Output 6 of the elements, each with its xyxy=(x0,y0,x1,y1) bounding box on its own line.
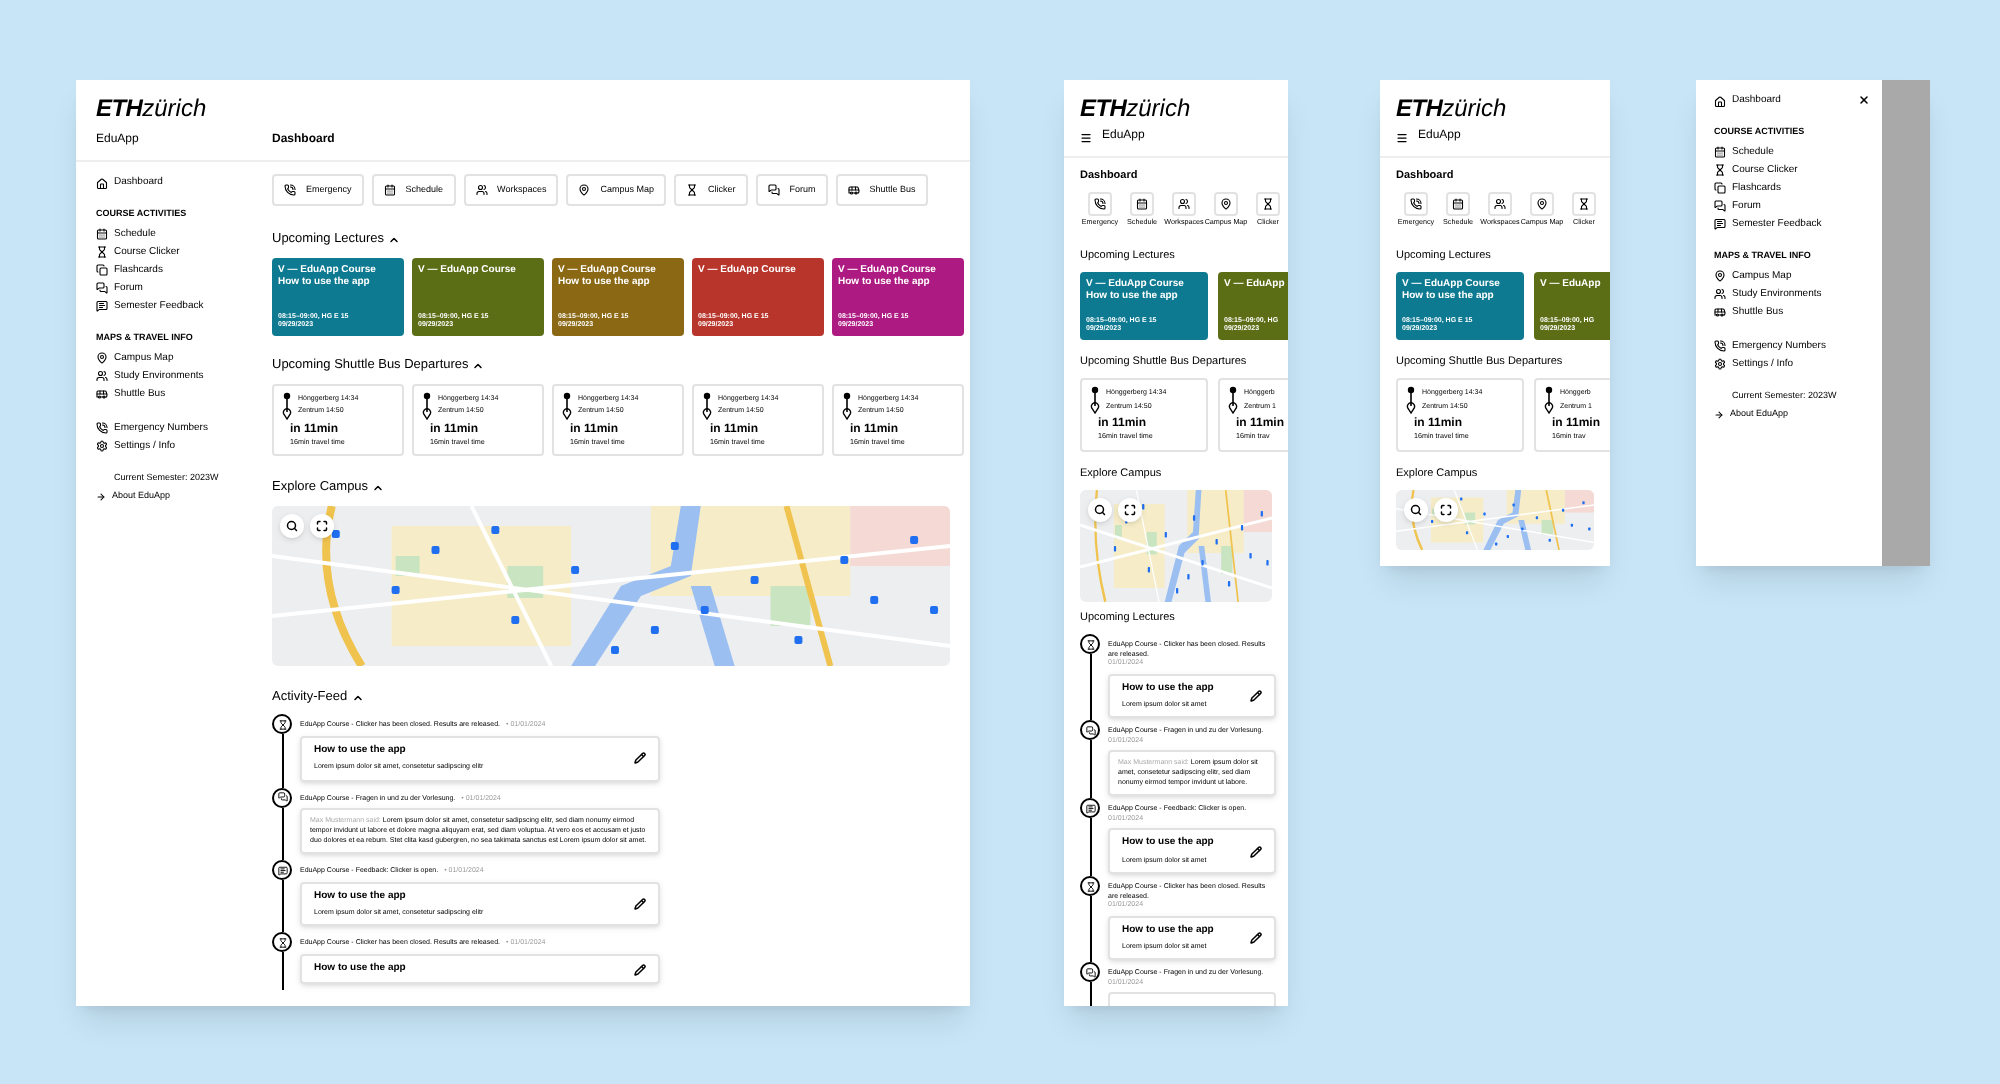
logo-mark: ETH xyxy=(96,96,143,120)
logo-wordmark: zürich xyxy=(142,96,207,120)
logo-wordmark: zürich xyxy=(1442,96,1507,120)
logo-mark: ETH xyxy=(1396,96,1443,120)
logo-wordmark: zürich xyxy=(1126,96,1191,120)
logo-mark: ETH xyxy=(1080,96,1127,120)
